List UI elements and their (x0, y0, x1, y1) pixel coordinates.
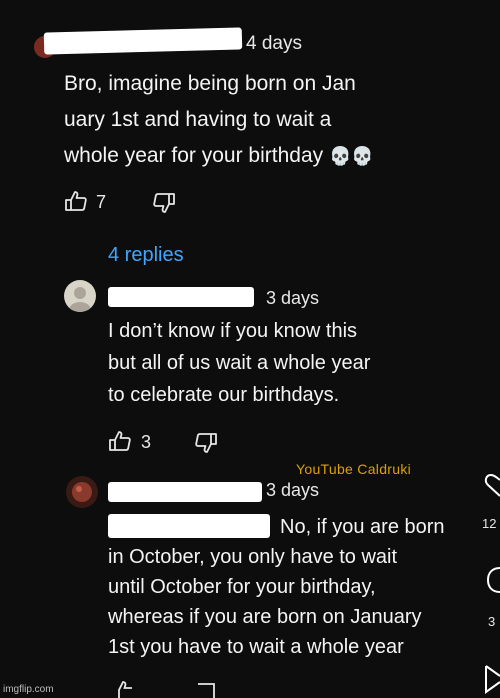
thumbs-up-icon[interactable] (64, 190, 88, 212)
reply-line: but all of us wait a whole year (108, 352, 371, 374)
thumbs-down-icon[interactable] (152, 192, 176, 214)
reply-line: 1st you have to wait a whole year (108, 636, 404, 658)
comment-line: uary 1st and having to wait a (64, 108, 332, 131)
replies-link[interactable]: 4 replies (108, 244, 184, 267)
share-icon[interactable] (484, 664, 500, 694)
reply-line: to celebrate our birthdays. (108, 384, 340, 406)
reply-line: I don’t know if you know this (108, 320, 358, 342)
default-avatar-icon (69, 287, 91, 312)
comment-line: Bro, imagine being born on Jan (64, 72, 356, 95)
like-count: 7 (96, 192, 107, 212)
reply-timestamp: 3 days (266, 288, 320, 308)
reply-line: whereas if you are born on January (108, 606, 422, 628)
redacted-username (108, 482, 262, 502)
reply-line: until October for your birthday, (108, 576, 376, 598)
replier-avatar[interactable] (66, 476, 98, 508)
comment-icon[interactable] (486, 566, 500, 594)
skull-emoji: 💀💀 (328, 146, 374, 166)
side-like-count: 12 (482, 516, 497, 531)
profile-picture-icon (72, 482, 92, 502)
imgflip-watermark: imgflip.com (3, 684, 54, 695)
reply-body: I don’t know if you know this but all of… (108, 318, 370, 408)
like-count: 3 (141, 432, 152, 452)
thumbs-down-icon[interactable] (196, 682, 220, 698)
comment-line: whole year for your birthday 💀💀 (64, 142, 374, 170)
redacted-username (43, 27, 243, 55)
reply-timestamp: 3 days (266, 480, 320, 500)
thumbs-up-icon[interactable] (112, 680, 136, 698)
reply-line: No, if you are born (280, 516, 445, 538)
comment-body: Bro, imagine being born on Jan uary 1st … (64, 70, 374, 170)
redacted-username (108, 287, 254, 307)
reply-line: in October, you only have to wait (108, 546, 398, 568)
side-comment-count: 3 (488, 614, 496, 629)
replier-avatar[interactable] (64, 280, 96, 312)
comment-line-text: whole year for your birthday (64, 144, 324, 167)
comment-timestamp: 4 days (246, 33, 302, 54)
thumbs-up-icon[interactable] (108, 430, 132, 452)
thumbs-down-icon[interactable] (194, 432, 218, 454)
reply-body: No, if you are born in October, you only… (108, 514, 445, 660)
channel-watermark: YouTube Caldruki (296, 461, 412, 477)
heart-icon[interactable] (484, 472, 500, 498)
